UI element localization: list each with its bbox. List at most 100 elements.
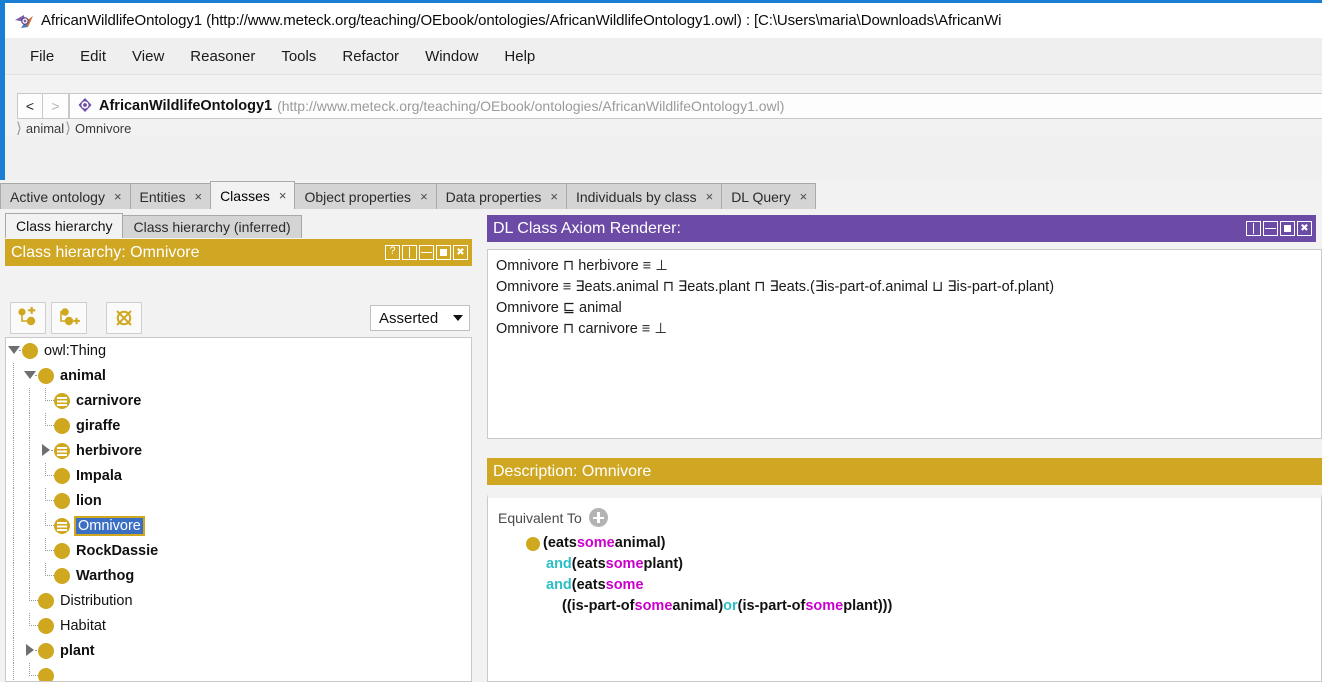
menu-help[interactable]: Help <box>491 45 548 68</box>
forward-button[interactable]: > <box>43 93 69 119</box>
panel-title: Description: Omnivore <box>493 462 652 480</box>
tree-item-lion[interactable]: lion <box>6 488 471 513</box>
panel-title: Class hierarchy: Omnivore <box>11 243 200 261</box>
subtab-label: Class hierarchy <box>16 218 113 234</box>
menu-edit[interactable]: Edit <box>67 45 119 68</box>
class-icon <box>54 492 70 509</box>
split-vertical-icon[interactable] <box>1246 221 1261 236</box>
tree-item-habitat[interactable]: Habitat <box>6 613 471 638</box>
breadcrumb-item-animal[interactable]: animal <box>26 121 64 136</box>
tree-indent <box>6 463 22 488</box>
navigation-buttons: < > <box>17 93 69 119</box>
dl-axiom-list[interactable]: Omnivore ⊓ herbivore ≡ ⊥ Omnivore ≡ ∃eat… <box>487 249 1322 439</box>
close-icon[interactable]: × <box>279 188 287 203</box>
chevron-down-icon <box>453 315 463 321</box>
expr-text: (eats <box>571 556 606 572</box>
tree-item-warthog[interactable]: Warthog <box>6 563 471 588</box>
split-horizontal-icon[interactable] <box>419 245 434 260</box>
tree-indent <box>22 538 38 563</box>
tree-indent <box>22 388 38 413</box>
tree-indent <box>6 438 22 463</box>
tree-indent <box>6 488 22 513</box>
class-icon <box>38 642 54 659</box>
add-equivalent-class-button[interactable] <box>588 508 608 527</box>
back-button[interactable]: < <box>17 93 43 119</box>
maximize-icon[interactable] <box>436 245 451 260</box>
tree-item-label: owl:Thing <box>44 342 107 359</box>
tree-item-animal[interactable]: animal <box>6 363 471 388</box>
dl-renderer-panel-header: DL Class Axiom Renderer: <box>487 215 1316 242</box>
tab-data-properties[interactable]: Data properties × <box>435 183 567 209</box>
close-icon[interactable]: × <box>550 189 558 204</box>
equivalent-class-expression[interactable]: (eats some animal) and (eats some plant)… <box>526 533 1321 617</box>
tab-dl-query[interactable]: DL Query × <box>721 183 817 209</box>
class-icon <box>38 592 54 609</box>
tree-item-plant[interactable]: plant <box>6 638 471 663</box>
tree-item-rockdassie[interactable]: RockDassie <box>6 538 471 563</box>
expr-text: (is-part-of <box>737 598 806 614</box>
equivalent-to-row: Equivalent To <box>498 508 1321 527</box>
tree-indent <box>6 613 22 638</box>
tree-item-carnivore[interactable]: carnivore <box>6 388 471 413</box>
description-panel[interactable]: Equivalent To (eats some animal) and (ea… <box>487 494 1322 682</box>
tree-item-impala[interactable]: Impala <box>6 463 471 488</box>
main-tab-bar: Active ontology × Entities × Classes × O… <box>0 180 1322 210</box>
menu-refactor[interactable]: Refactor <box>329 45 412 68</box>
close-icon[interactable]: × <box>420 189 428 204</box>
tree-item-omnivore[interactable]: Omnivore <box>6 513 471 538</box>
menu-window[interactable]: Window <box>412 45 491 68</box>
class-icon <box>38 367 54 384</box>
expand-toggle-icon[interactable] <box>22 363 38 388</box>
menu-reasoner[interactable]: Reasoner <box>177 45 268 68</box>
menu-file[interactable]: File <box>17 45 67 68</box>
close-icon[interactable]: × <box>800 189 808 204</box>
menu-view[interactable]: View <box>119 45 177 68</box>
delete-class-button[interactable] <box>106 302 142 334</box>
tab-object-properties[interactable]: Object properties × <box>294 183 437 209</box>
tab-individuals-by-class[interactable]: Individuals by class × <box>565 183 723 209</box>
hierarchy-mode-select[interactable]: Asserted <box>370 305 470 331</box>
breadcrumb-separator-icon: ⟩ <box>65 120 72 137</box>
close-icon[interactable]: × <box>194 189 202 204</box>
expand-toggle-icon[interactable] <box>22 638 38 663</box>
add-sibling-class-button[interactable] <box>51 302 87 334</box>
dl-axiom-row: Omnivore ⊓ herbivore ≡ ⊥ <box>496 258 668 274</box>
tree-indent <box>6 363 22 388</box>
tab-entities[interactable]: Entities × <box>129 183 212 209</box>
split-horizontal-icon[interactable] <box>1263 221 1278 236</box>
tree-branch <box>38 413 58 438</box>
tab-classes[interactable]: Classes × <box>210 181 296 209</box>
close-icon[interactable]: × <box>706 189 714 204</box>
tab-label: Entities <box>139 188 186 205</box>
subtab-class-hierarchy-inferred[interactable]: Class hierarchy (inferred) <box>122 215 302 238</box>
tree-indent <box>22 463 38 488</box>
class-hierarchy-toolbar: Asserted <box>5 299 472 337</box>
defined-class-icon <box>54 392 70 409</box>
close-icon[interactable] <box>453 245 468 260</box>
content-area: Class hierarchy Class hierarchy (inferre… <box>0 209 1322 682</box>
tree-indent <box>6 563 22 588</box>
expand-toggle-icon[interactable] <box>38 438 54 463</box>
tree-item-giraffe[interactable]: giraffe <box>6 413 471 438</box>
subtab-class-hierarchy[interactable]: Class hierarchy <box>5 213 124 238</box>
right-pane: DL Class Axiom Renderer: Omnivore ⊓ herb… <box>482 209 1322 682</box>
tree-item-owl-thing[interactable]: owl:Thing <box>6 338 471 363</box>
tab-label: Object properties <box>304 188 412 205</box>
tree-item-herbivore[interactable]: herbivore <box>6 438 471 463</box>
tree-item-partial[interactable] <box>6 663 471 681</box>
tree-item-distribution[interactable]: Distribution <box>6 588 471 613</box>
add-subclass-button[interactable] <box>10 302 46 334</box>
close-icon[interactable]: × <box>114 189 122 204</box>
maximize-icon[interactable] <box>1280 221 1295 236</box>
title-bar: AfricanWildlifeOntology1 (http://www.met… <box>5 0 1322 38</box>
ontology-iri-field[interactable]: AfricanWildlifeOntology1 (http://www.met… <box>69 93 1322 119</box>
help-icon[interactable] <box>385 244 400 260</box>
menu-tools[interactable]: Tools <box>268 45 329 68</box>
tab-active-ontology[interactable]: Active ontology × <box>0 183 131 209</box>
tab-label: Classes <box>220 187 270 204</box>
class-tree[interactable]: owl:Thing animal carnivore giraffe herbi… <box>5 337 472 682</box>
split-vertical-icon[interactable] <box>402 245 417 260</box>
expand-toggle-icon[interactable] <box>6 338 22 363</box>
breadcrumb-item-omnivore[interactable]: Omnivore <box>75 121 131 136</box>
close-icon[interactable] <box>1297 221 1312 236</box>
